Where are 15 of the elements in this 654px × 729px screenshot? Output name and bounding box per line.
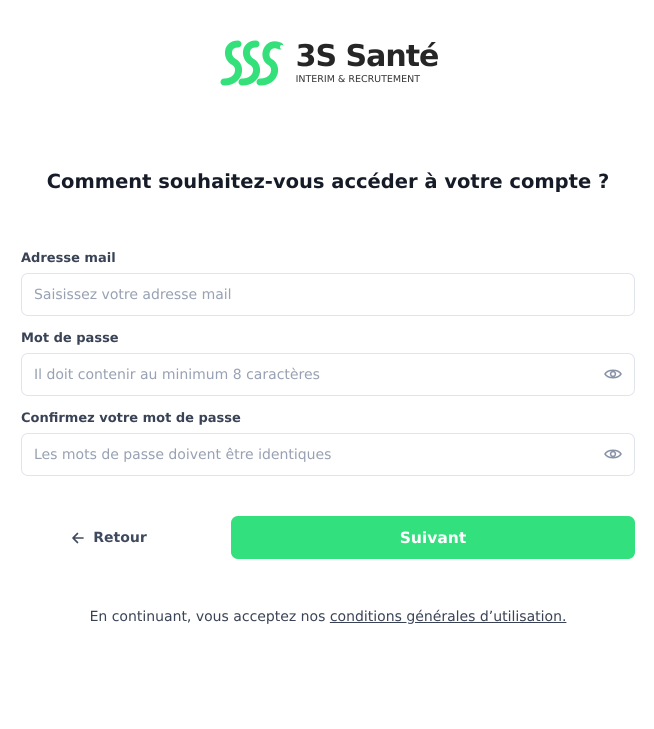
back-button[interactable]: Retour [21,516,197,559]
field-label: Confirmez votre mot de passe [21,411,242,426]
input-field[interactable]: Il doit contenir au minimum 8 caractères [21,353,635,396]
arrow-left-icon [71,532,84,544]
input-field[interactable]: Les mots de passe doivent être identiques [21,433,635,476]
eye-icon[interactable] [604,368,622,380]
page-heading: Comment souhaitez-vous accéder à votre compte ? [46,170,610,193]
terms-text: En continuant, vous acceptez nos conditions générales d’utilisation. [88,609,568,625]
field-label: Mot de passe [21,331,120,346]
input-field[interactable]: Saisissez votre adresse mail [21,273,635,316]
logo-tagline: INTERIM & RECRUTEMENT [296,74,422,86]
terms-link[interactable]: conditions générales d’utilisation. [330,609,566,625]
logo-name: 3S Santé [296,40,438,74]
field-label: Adresse mail [21,251,117,266]
eye-icon[interactable] [604,448,622,460]
